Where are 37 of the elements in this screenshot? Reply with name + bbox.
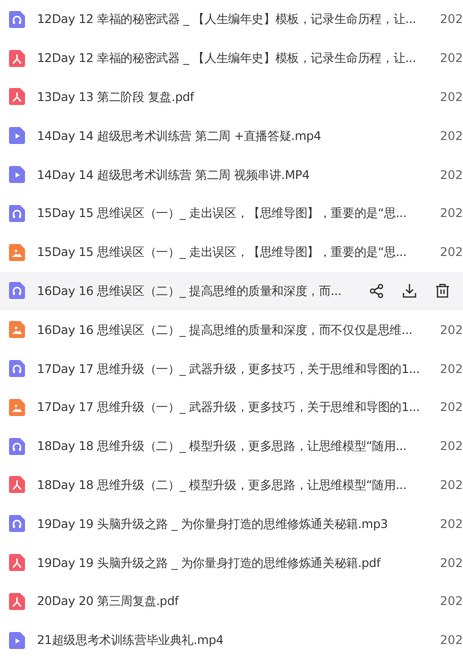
file-name[interactable]: 12Day 12 幸福的秘密武器 _ 【人生编年史】模板，记录生命历程，让... <box>37 10 440 28</box>
file-name[interactable]: 20Day 20 第三周复盘.pdf <box>37 592 440 610</box>
file-date: 202 <box>440 50 463 68</box>
file-date: 202 <box>440 360 463 378</box>
file-date: 202 <box>440 205 463 222</box>
file-name[interactable]: 17Day 17 思维升级（一）_ 武器升级，更多技巧，关于思维和导图的1... <box>37 360 440 378</box>
file-date: 202 <box>440 593 463 610</box>
file-date: 202 <box>440 554 463 572</box>
file-name[interactable]: 13Day 13 第二阶段 复盘.pdf <box>37 88 440 106</box>
file-name[interactable]: 12Day 12 幸福的秘密武器 _ 【人生编年史】模板，记录生命历程，让... <box>37 49 440 68</box>
file-name[interactable]: 18Day 18 思维升级（二）_ 模型升级，更多思路，让思维模型“随用... <box>37 476 440 494</box>
file-name[interactable]: 14Day 14 超级思考术训练营 第二周 +直播答疑.mp4 <box>37 126 440 145</box>
file-name[interactable]: 16Day 16 思维误区（二）_ 提高思维的质量和深度，而... <box>37 282 352 300</box>
file-name[interactable]: 18Day 18 思维升级（二）_ 模型升级，更多思路，让思维模型“随用... <box>37 437 440 456</box>
file-name[interactable]: 21超级思考术训练营毕业典礼.mp4 <box>37 631 440 650</box>
share-button[interactable] <box>367 282 385 300</box>
file-date: 202 <box>440 438 463 456</box>
file-date: 202 <box>440 11 463 28</box>
download-button[interactable] <box>400 282 418 300</box>
file-date: 202 <box>440 322 463 339</box>
file-date: 202 <box>440 476 463 494</box>
file-name[interactable]: 17Day 17 思维升级（一）_ 武器升级，更多技巧，关于思维和导图的1... <box>37 398 440 416</box>
file-name[interactable]: 16Day 16 思维误区（二）_ 提高思维的质量和深度，而不仅仅是思维... <box>37 320 440 339</box>
file-name[interactable]: 15Day 15 思维误区（一）_ 走出误区，【思维导图】，重要的是“思... <box>37 243 440 262</box>
file-date: 202 <box>440 128 463 145</box>
file-date: 202 <box>440 632 463 650</box>
delete-button[interactable] <box>433 282 451 300</box>
file-date: 202 <box>440 399 463 416</box>
file-name[interactable]: 19Day 19 头脑升级之路 _ 为你量身打造的思维修炼通关秘籍.pdf <box>37 554 440 572</box>
file-date: 202 <box>440 244 463 262</box>
file-name[interactable]: 19Day 19 头脑升级之路 _ 为你量身打造的思维修炼通关秘籍.mp3 <box>37 514 440 533</box>
file-date: 202 <box>440 88 463 106</box>
file-date: 202 <box>440 516 463 533</box>
file-row[interactable]: 16Day 16 思维误区（二）_ 提高思维的质量和深度，而... <box>0 272 463 310</box>
file-date: 202 <box>440 166 463 184</box>
file-name[interactable]: 15Day 15 思维误区（一）_ 走出误区，【思维导图】，重要的是“思... <box>37 204 440 222</box>
file-name[interactable]: 14Day 14 超级思考术训练营 第二周 视频串讲.MP4 <box>37 166 440 184</box>
